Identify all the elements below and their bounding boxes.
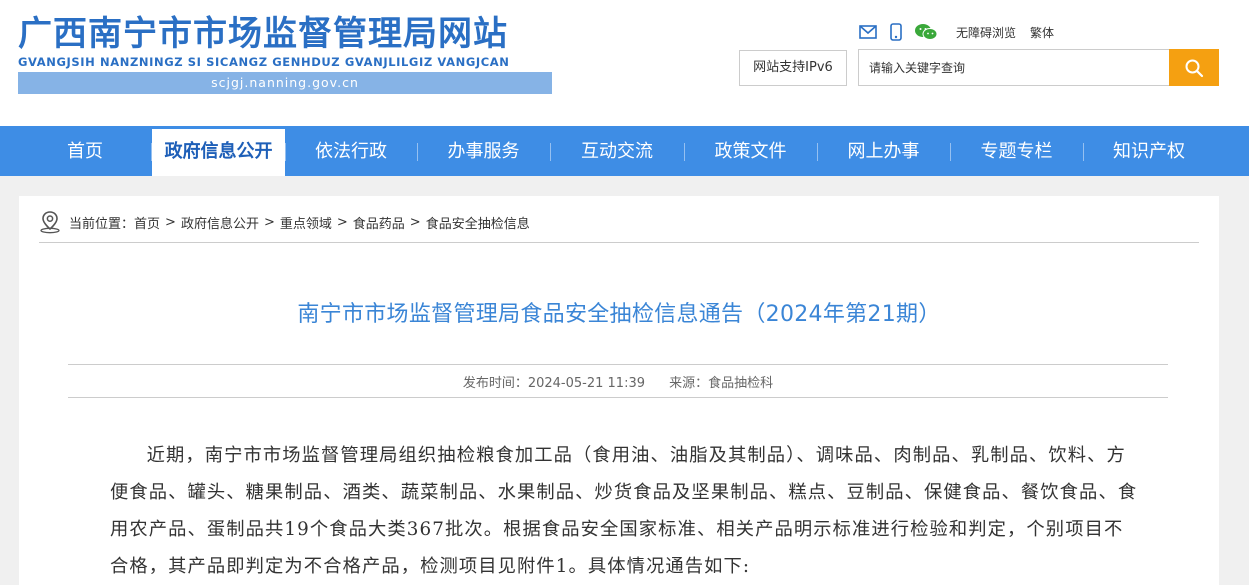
traditional-chinese-link[interactable]: 繁体 (1030, 24, 1054, 41)
breadcrumb-separator: > (336, 214, 348, 230)
ipv6-badge: 网站支持IPv6 (739, 50, 847, 86)
search-icon (1185, 59, 1204, 77)
meta-divider-bottom (68, 397, 1168, 398)
nav-item-services[interactable]: 办事服务 (418, 126, 549, 176)
nav-item-law-admin[interactable]: 依法行政 (286, 126, 416, 176)
header-tools: 无障碍浏览 繁体 (858, 22, 1054, 42)
nav-item-policy[interactable]: 政策文件 (685, 126, 816, 176)
site-header: 广西南宁市市场监督管理局网站 GVANGJSIH NANZNINGZ SI SI… (0, 0, 1249, 126)
article-title: 南宁市市场监督管理局食品安全抽检信息通告（2024年第21期） (297, 302, 941, 327)
nav-item-home[interactable]: 首页 (32, 126, 138, 176)
mail-icon[interactable] (858, 22, 878, 42)
site-title: 广西南宁市市场监督管理局网站 (18, 14, 508, 54)
accessibility-link[interactable]: 无障碍浏览 (956, 24, 1016, 41)
breadcrumb-prefix: 当前位置： (69, 216, 135, 232)
mobile-icon[interactable] (886, 22, 906, 42)
nav-item-ip[interactable]: 知识产权 (1084, 126, 1214, 176)
article-source: 来源：食品抽检科 (669, 376, 774, 391)
location-icon (40, 211, 60, 234)
breadcrumb-item-home[interactable]: 首页 (134, 213, 160, 232)
article-body: 近期，南宁市市场监督管理局组织抽检粮食加工品（食用油、油脂及其制品）、调味品、肉… (110, 445, 1138, 577)
breadcrumb-item-food-drugs[interactable]: 食品药品 (353, 213, 405, 232)
search-box (858, 49, 1219, 86)
main-nav: 首页 政府信息公开 依法行政 办事服务 互动交流 政策文件 网上办事 专题专栏 … (0, 126, 1249, 176)
breadcrumb: 当前位置： 首页 > 政府信息公开 > 重点领域 > 食品药品 > 食品安全抽检… (39, 210, 530, 234)
nav-item-interaction[interactable]: 互动交流 (551, 126, 683, 176)
site-logo[interactable]: 广西南宁市市场监督管理局网站 GVANGJSIH NANZNINGZ SI SI… (18, 14, 552, 94)
breadcrumb-separator: > (409, 214, 421, 230)
content-panel: 当前位置： 首页 > 政府信息公开 > 重点领域 > 食品药品 > 食品安全抽检… (19, 196, 1219, 585)
publish-time: 发布时间：2024-05-21 11:39 (462, 376, 645, 391)
search-input[interactable] (859, 50, 1169, 85)
nav-item-topics[interactable]: 专题专栏 (951, 126, 1082, 176)
site-title-pinyin: GVANGJSIH NANZNINGZ SI SICANGZ GENHDUZ G… (18, 55, 510, 69)
meta-divider-top (68, 364, 1168, 365)
site-domain: scjgj.nanning.gov.cn (18, 72, 552, 94)
article-meta: 发布时间：2024-05-21 11:39 来源：食品抽检科 (68, 372, 1168, 391)
wechat-icon[interactable] (914, 22, 938, 42)
nav-item-online-services[interactable]: 网上办事 (818, 126, 949, 176)
nav-item-gov-info[interactable]: 政府信息公开 (152, 129, 285, 176)
breadcrumb-separator: > (165, 214, 176, 230)
breadcrumb-item-key-areas[interactable]: 重点领域 (280, 213, 332, 232)
breadcrumb-item-food-safety[interactable]: 食品安全抽检信息 (426, 213, 530, 232)
breadcrumb-separator: > (263, 214, 275, 230)
breadcrumb-item-gov-info[interactable]: 政府信息公开 (181, 213, 259, 232)
breadcrumb-divider (39, 242, 1199, 243)
search-button[interactable] (1169, 49, 1219, 86)
